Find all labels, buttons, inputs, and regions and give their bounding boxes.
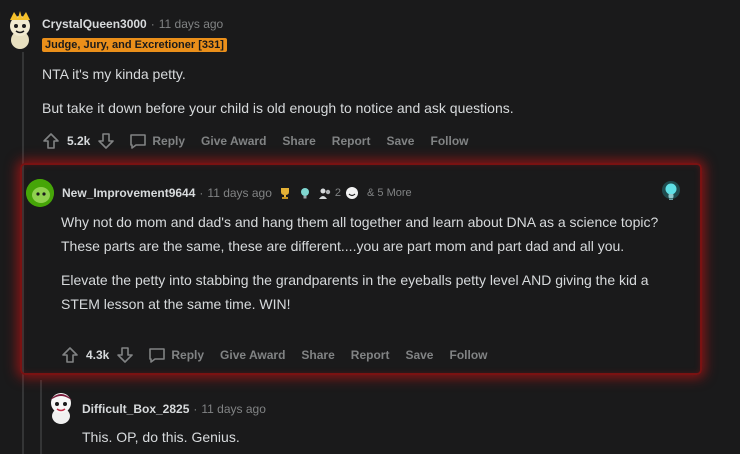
- downvote-icon[interactable]: [113, 343, 137, 367]
- people-award-icon: [318, 188, 331, 199]
- comment-paragraph: Elevate the petty into stabbing the gran…: [61, 272, 649, 312]
- follow-button[interactable]: Follow: [430, 134, 468, 148]
- reply-button[interactable]: Reply: [126, 129, 185, 153]
- comment-paragraph: Why not do mom and dad's and hang them a…: [61, 214, 659, 254]
- reply-label: Reply: [171, 348, 205, 362]
- vote-score: 5.2k: [67, 134, 91, 148]
- wholesome-face-award-icon: [346, 187, 359, 199]
- timestamp[interactable]: 11 days ago: [207, 186, 272, 200]
- separator-dot: ·: [193, 402, 198, 416]
- save-button[interactable]: Save: [405, 348, 433, 362]
- comment-actions: 4.3k Reply Give Award Share Report Save …: [58, 343, 503, 367]
- avatar[interactable]: [46, 388, 76, 424]
- thread-line-nested[interactable]: [40, 380, 42, 454]
- user-flair: Judge, Jury, and Excretioner [331]: [42, 38, 227, 52]
- snoo-avatar-icon: [26, 179, 54, 207]
- comment-meta: New_Improvement9644 · 11 days ago 2 & 5 …: [62, 186, 412, 200]
- comment-body: This. OP, do this. Genius.: [82, 425, 682, 449]
- reply-button[interactable]: Reply: [145, 343, 204, 367]
- comment-paragraph: This. OP, do this. Genius.: [82, 429, 240, 445]
- downvote-icon[interactable]: [94, 129, 118, 153]
- username[interactable]: Difficult_Box_2825: [82, 402, 189, 416]
- lightbulb-icon[interactable]: [660, 180, 682, 204]
- snoo-avatar-icon: [50, 393, 72, 424]
- reply-label: Reply: [152, 134, 186, 148]
- comment-bubble-icon: [145, 343, 169, 367]
- username[interactable]: CrystalQueen3000: [42, 17, 147, 31]
- comment-meta: CrystalQueen3000 · 11 days ago: [42, 17, 223, 31]
- separator-dot: ·: [199, 186, 204, 200]
- give-award-button[interactable]: Give Award: [201, 134, 266, 148]
- comment-body: NTA it's my kinda petty. But take it dow…: [42, 62, 682, 120]
- save-button[interactable]: Save: [386, 134, 414, 148]
- username[interactable]: New_Improvement9644: [62, 186, 195, 200]
- separator-dot: ·: [150, 17, 155, 31]
- avatar[interactable]: [6, 10, 34, 50]
- give-award-button[interactable]: Give Award: [220, 348, 285, 362]
- gold-trophy-award-icon: [280, 188, 289, 199]
- comment-actions: 5.2k Reply Give Award Share Report Save …: [39, 129, 484, 153]
- timestamp[interactable]: 11 days ago: [201, 402, 266, 416]
- comment-meta: Difficult_Box_2825 · 11 days ago: [82, 402, 266, 416]
- more-awards-link[interactable]: & 5 More: [367, 187, 412, 199]
- share-button[interactable]: Share: [282, 134, 315, 148]
- award-count: 2: [334, 187, 342, 199]
- comment-paragraph: But take it down before your child is ol…: [42, 100, 514, 116]
- comment-body: Why not do mom and dad's and hang them a…: [61, 210, 689, 316]
- follow-button[interactable]: Follow: [449, 348, 487, 362]
- avatar[interactable]: [26, 179, 54, 207]
- upvote-icon[interactable]: [58, 343, 82, 367]
- awards-row[interactable]: 2 & 5 More: [278, 186, 412, 200]
- comment-paragraph: NTA it's my kinda petty.: [42, 66, 186, 82]
- lightbulb-award-icon: [300, 188, 309, 199]
- share-button[interactable]: Share: [301, 348, 334, 362]
- snoo-avatar-icon: [10, 11, 30, 49]
- vote-score: 4.3k: [86, 348, 110, 362]
- report-button[interactable]: Report: [332, 134, 371, 148]
- timestamp[interactable]: 11 days ago: [159, 17, 224, 31]
- report-button[interactable]: Report: [351, 348, 390, 362]
- comment-bubble-icon: [126, 129, 150, 153]
- upvote-icon[interactable]: [39, 129, 63, 153]
